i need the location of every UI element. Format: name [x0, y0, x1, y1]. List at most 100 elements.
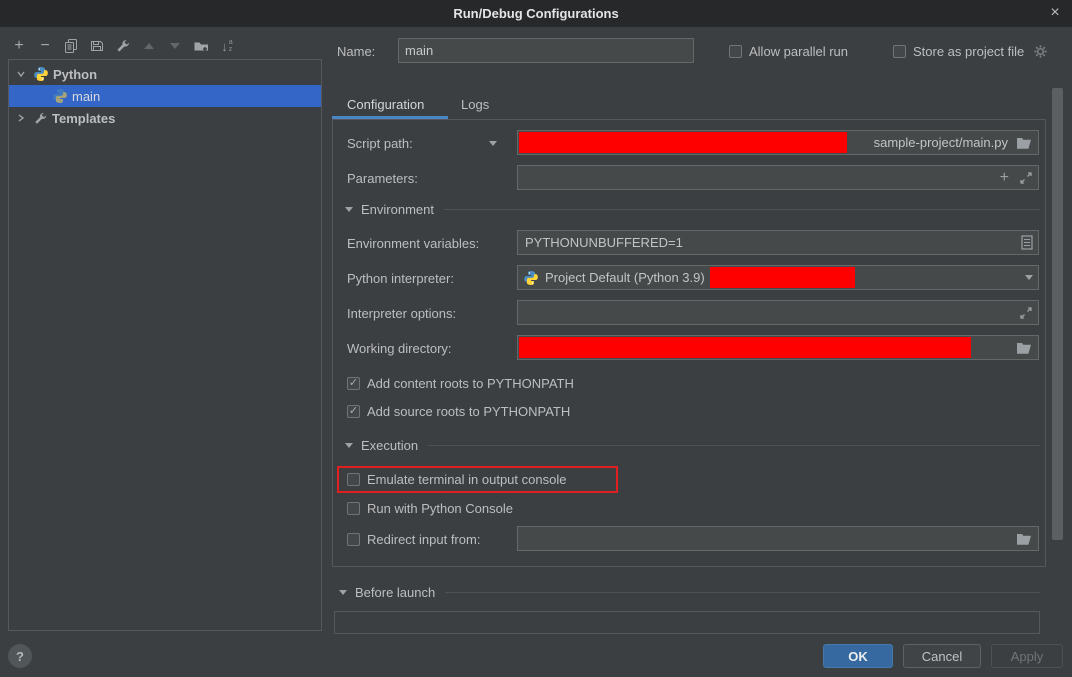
script-path-field[interactable]: sample-project/main.py — [517, 130, 1039, 155]
folder-icon[interactable] — [1016, 136, 1033, 150]
execution-section-label: Execution — [361, 438, 418, 453]
chevron-down-icon[interactable] — [15, 68, 27, 80]
interpreter-options-field[interactable] — [517, 300, 1039, 325]
add-content-roots-checkbox[interactable]: ✓ — [347, 377, 360, 390]
add-icon[interactable]: + — [1000, 169, 1009, 187]
ok-button[interactable]: OK — [823, 644, 893, 668]
redirect-input-field[interactable] — [517, 526, 1039, 551]
store-as-project-file-label: Store as project file — [913, 44, 1024, 59]
plus-icon: + — [14, 38, 23, 54]
python-icon — [33, 66, 49, 82]
environment-variables-label: Environment variables: — [347, 236, 479, 251]
folder-icon[interactable] — [1016, 341, 1033, 355]
python-icon — [523, 270, 539, 286]
chevron-right-icon[interactable] — [15, 112, 27, 124]
collapse-triangle-icon — [345, 207, 353, 212]
close-icon[interactable]: × — [1044, 3, 1066, 23]
working-directory-field[interactable] — [517, 335, 1039, 360]
sort-configurations-button[interactable]: ↓ az — [218, 37, 236, 55]
python-interpreter-label: Python interpreter: — [347, 271, 454, 286]
allow-parallel-run-label: Allow parallel run — [749, 44, 848, 59]
tab-logs[interactable]: Logs — [461, 97, 489, 112]
before-launch-list[interactable] — [334, 611, 1040, 634]
arrow-up-icon — [144, 43, 154, 49]
configurations-toolbar: + − — [10, 36, 236, 56]
add-configuration-button[interactable]: + — [10, 37, 28, 55]
add-content-roots-label: Add content roots to PYTHONPATH — [367, 376, 574, 391]
tree-item-label: main — [72, 89, 100, 104]
copy-icon — [63, 38, 79, 54]
environment-variables-field[interactable]: PYTHONUNBUFFERED=1 — [517, 230, 1039, 255]
tree-item-label: Templates — [52, 111, 115, 126]
redaction-block — [519, 337, 971, 358]
environment-variables-value: PYTHONUNBUFFERED=1 — [523, 235, 683, 250]
edit-templates-button[interactable] — [114, 37, 132, 55]
section-divider — [428, 445, 1040, 446]
tree-item-main[interactable]: main — [9, 85, 321, 107]
folder-icon[interactable] — [1016, 532, 1033, 546]
add-content-roots-row: ✓ Add content roots to PYTHONPATH — [347, 374, 574, 392]
add-source-roots-label: Add source roots to PYTHONPATH — [367, 404, 570, 419]
run-debug-configurations-dialog: Run/Debug Configurations × + − — [0, 0, 1072, 677]
name-input[interactable] — [398, 38, 694, 63]
redirect-input-row: Redirect input from: — [347, 530, 480, 548]
run-python-console-row: Run with Python Console — [347, 499, 513, 517]
copy-configuration-button[interactable] — [62, 37, 80, 55]
expand-icon[interactable] — [1019, 306, 1033, 320]
parameters-label: Parameters: — [347, 171, 418, 186]
run-python-console-checkbox[interactable] — [347, 502, 360, 515]
expand-icon[interactable] — [1019, 171, 1033, 185]
gear-icon[interactable] — [1033, 44, 1048, 59]
redaction-block — [519, 132, 847, 153]
help-button[interactable]: ? — [8, 644, 32, 668]
dialog-titlebar: Run/Debug Configurations × — [0, 0, 1072, 27]
python-icon — [52, 88, 68, 104]
collapse-triangle-icon — [345, 443, 353, 448]
move-up-button[interactable] — [140, 37, 158, 55]
save-icon — [89, 38, 105, 54]
move-down-button[interactable] — [166, 37, 184, 55]
tab-configuration[interactable]: Configuration — [347, 97, 424, 112]
create-folder-button[interactable] — [192, 37, 210, 55]
tree-item-templates[interactable]: Templates — [9, 107, 321, 129]
check-icon: ✓ — [349, 406, 358, 417]
env-list-icon[interactable] — [1021, 235, 1033, 250]
execution-section-header[interactable]: Execution — [345, 437, 1040, 453]
tree-item-python[interactable]: Python — [9, 63, 321, 85]
emulate-terminal-checkbox[interactable] — [347, 473, 360, 486]
emulate-terminal-label: Emulate terminal in output console — [367, 472, 566, 487]
working-directory-label: Working directory: — [347, 341, 452, 356]
vertical-scrollbar[interactable] — [1052, 88, 1063, 540]
redirect-input-checkbox[interactable] — [347, 533, 360, 546]
sort-az-icon: az — [229, 39, 233, 53]
configurations-tree: Python main Templates — [8, 59, 322, 631]
python-interpreter-value: Project Default (Python 3.9) — [545, 270, 705, 285]
wrench-icon — [33, 111, 48, 126]
collapse-triangle-icon — [339, 590, 347, 595]
name-label: Name: — [337, 44, 375, 59]
store-as-project-file-row: Store as project file — [893, 42, 1048, 60]
cancel-button[interactable]: Cancel — [903, 644, 981, 668]
script-path-dropdown-icon[interactable] — [489, 141, 497, 146]
before-launch-section-header[interactable]: Before launch — [339, 584, 1040, 600]
allow-parallel-run-checkbox[interactable] — [729, 45, 742, 58]
dialog-title: Run/Debug Configurations — [453, 6, 618, 21]
apply-button[interactable]: Apply — [991, 644, 1063, 668]
chevron-down-icon[interactable] — [1025, 275, 1033, 280]
help-icon: ? — [16, 649, 24, 664]
redaction-block — [710, 267, 855, 288]
add-source-roots-checkbox[interactable]: ✓ — [347, 405, 360, 418]
parameters-field[interactable]: + — [517, 165, 1039, 190]
remove-configuration-button[interactable]: − — [36, 37, 54, 55]
section-divider — [445, 592, 1040, 593]
python-interpreter-select[interactable]: Project Default (Python 3.9) — [517, 265, 1039, 290]
interpreter-options-label: Interpreter options: — [347, 306, 456, 321]
script-path-label: Script path: — [347, 136, 413, 151]
environment-section-header[interactable]: Environment — [345, 201, 1040, 217]
save-configuration-button[interactable] — [88, 37, 106, 55]
wrench-icon — [115, 38, 131, 54]
emulate-terminal-row: Emulate terminal in output console — [347, 470, 566, 488]
store-as-project-file-checkbox[interactable] — [893, 45, 906, 58]
add-source-roots-row: ✓ Add source roots to PYTHONPATH — [347, 402, 570, 420]
section-divider — [444, 209, 1040, 210]
